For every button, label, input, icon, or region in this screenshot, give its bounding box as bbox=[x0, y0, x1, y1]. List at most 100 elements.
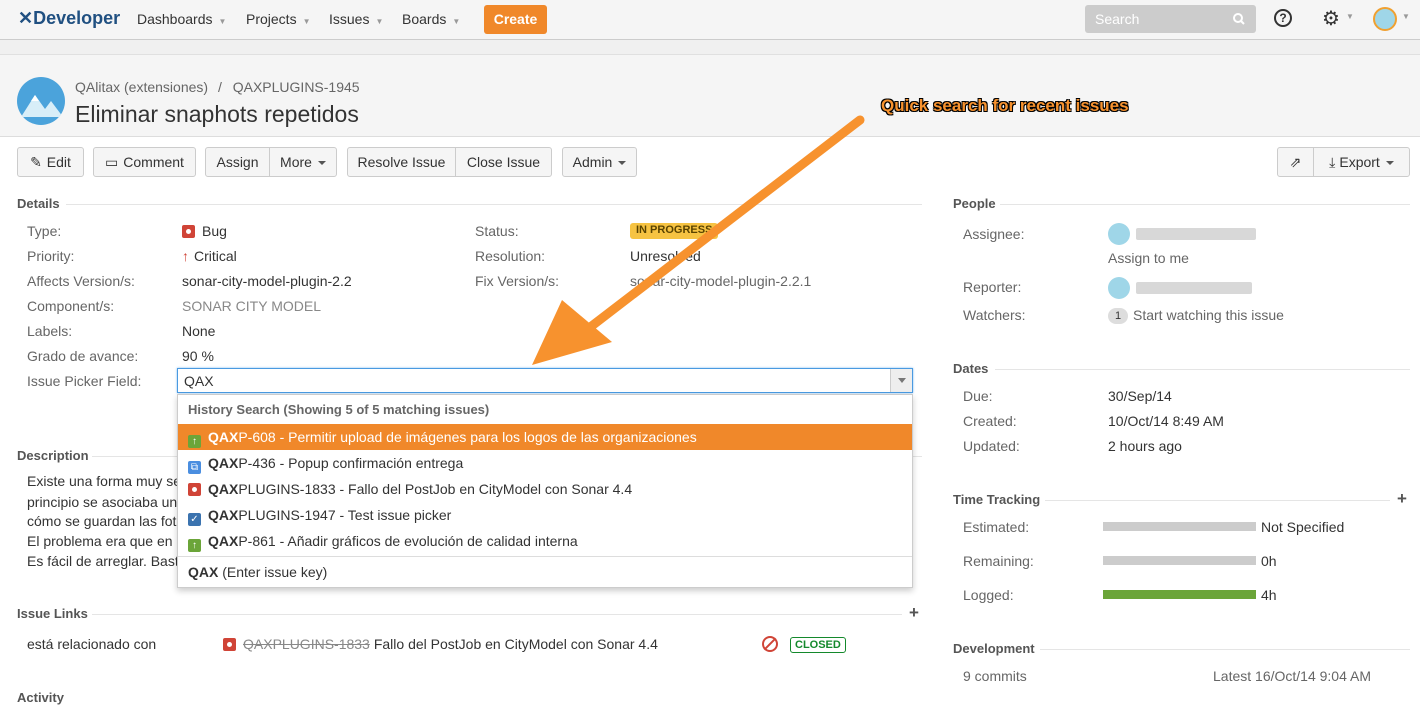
type-label: Type: bbox=[27, 223, 62, 239]
details-heading[interactable]: Details bbox=[17, 196, 60, 211]
bug-icon bbox=[188, 483, 201, 496]
divider bbox=[92, 614, 902, 615]
suggestion-item[interactable]: ↑ QAXP-861 - Añadir gráficos de evolución… bbox=[178, 528, 912, 554]
annotation-arrow bbox=[532, 115, 865, 365]
suggestion-item[interactable]: QAXPLUGINS-1833 - Fallo del PostJob en C… bbox=[178, 476, 912, 502]
estimated-bar bbox=[1103, 522, 1256, 531]
updated-value: 2 hours ago bbox=[1108, 438, 1182, 454]
dropdown-toggle[interactable] bbox=[890, 369, 912, 392]
comment-button[interactable]: ▭ Comment bbox=[93, 147, 196, 177]
description-line: Existe una forma muy se bbox=[27, 473, 182, 489]
search-icon bbox=[1233, 13, 1245, 25]
remaining-bar bbox=[1103, 556, 1256, 565]
pencil-icon: ✎ bbox=[30, 154, 42, 170]
resolve-issue-button[interactable]: Resolve Issue bbox=[347, 147, 456, 177]
logged-value: 4h bbox=[1261, 587, 1277, 603]
chevron-down-icon bbox=[898, 378, 906, 383]
add-link-icon[interactable]: + bbox=[909, 603, 919, 623]
divider bbox=[995, 369, 1410, 370]
development-heading[interactable]: Development bbox=[953, 641, 1035, 656]
remaining-value: 0h bbox=[1261, 553, 1277, 569]
improvement-icon: ↑ bbox=[188, 435, 201, 448]
assignee-avatar bbox=[1108, 223, 1130, 245]
labels-value[interactable]: None bbox=[182, 323, 215, 339]
latest-commit: Latest 16/Oct/14 9:04 AM bbox=[1213, 668, 1371, 684]
time-tracking-heading[interactable]: Time Tracking bbox=[953, 492, 1040, 507]
assign-to-me-link[interactable]: Assign to me bbox=[1108, 250, 1189, 266]
suggestion-item[interactable]: ↑ QAXP-608 - Permitir upload de imágenes … bbox=[178, 424, 912, 450]
nav-dashboards[interactable]: Dashboards ▼ bbox=[137, 11, 226, 27]
closed-status-badge: CLOSED bbox=[790, 637, 846, 653]
share-button[interactable]: ⇗ bbox=[1277, 147, 1314, 177]
description-heading[interactable]: Description bbox=[17, 448, 89, 463]
suggestion-item[interactable]: ✓ QAXPLUGINS-1947 - Test issue picker bbox=[178, 502, 912, 528]
divider bbox=[1000, 204, 1410, 205]
page-title[interactable]: Eliminar snaphots repetidos bbox=[75, 101, 359, 128]
edit-button[interactable]: ✎ Edit bbox=[17, 147, 84, 177]
updated-label: Updated: bbox=[963, 438, 1020, 454]
status-label: Status: bbox=[475, 223, 519, 239]
link-relation: está relacionado con bbox=[27, 636, 157, 652]
improvement-icon: ↑ bbox=[188, 539, 201, 552]
people-heading[interactable]: People bbox=[953, 196, 996, 211]
divider bbox=[1045, 500, 1390, 501]
chevron-down-icon bbox=[317, 161, 326, 166]
issue-picker-input[interactable]: QAX bbox=[177, 368, 913, 393]
component-value[interactable]: SONAR CITY MODEL bbox=[182, 298, 321, 314]
breadcrumb: QAlitax (extensiones) / QAXPLUGINS-1945 bbox=[75, 79, 360, 95]
assign-button[interactable]: Assign bbox=[205, 147, 270, 177]
nav-projects[interactable]: Projects ▼ bbox=[246, 11, 311, 27]
description-line: principio se asociaba un bbox=[27, 494, 178, 510]
user-avatar[interactable] bbox=[1373, 7, 1397, 31]
nav-issues[interactable]: Issues ▼ bbox=[329, 11, 383, 27]
enter-issue-key-option[interactable]: QAX (Enter issue key) bbox=[188, 564, 327, 580]
reporter-name-redacted[interactable] bbox=[1136, 282, 1252, 294]
start-watching-link[interactable]: Start watching this issue bbox=[1133, 307, 1284, 323]
gear-icon[interactable]: ⚙ bbox=[1322, 6, 1340, 31]
breadcrumb-project[interactable]: QAlitax (extensiones) bbox=[75, 79, 208, 95]
suggestion-item[interactable]: ⧉ QAXP-436 - Popup confirmación entrega bbox=[178, 450, 912, 476]
description-line: cómo se guardan las fot bbox=[27, 513, 177, 529]
nav-boards[interactable]: Boards ▼ bbox=[402, 11, 460, 27]
affects-version-value[interactable]: sonar-city-model-plugin-2.2 bbox=[182, 273, 352, 289]
atlassian-icon: ✕ bbox=[18, 8, 34, 28]
app-logo[interactable]: ✕Developer bbox=[18, 8, 120, 29]
assignee-label: Assignee: bbox=[963, 226, 1025, 242]
more-button[interactable]: More bbox=[269, 147, 337, 177]
export-button[interactable]: ⤓ Export bbox=[1313, 147, 1410, 177]
activity-heading[interactable]: Activity bbox=[17, 690, 64, 705]
announcement-strip bbox=[0, 40, 1420, 55]
issue-links-heading[interactable]: Issue Links bbox=[17, 606, 88, 621]
grado-value[interactable]: 90 % bbox=[182, 348, 214, 364]
linked-issue[interactable]: QAXPLUGINS-1833 Fallo del PostJob en City… bbox=[223, 636, 658, 652]
log-work-icon[interactable]: + bbox=[1397, 489, 1407, 509]
search-input[interactable]: Search bbox=[1085, 5, 1256, 33]
description-line: El problema era que en bbox=[27, 533, 173, 549]
created-label: Created: bbox=[963, 413, 1017, 429]
download-icon: ⤓ bbox=[1329, 154, 1336, 170]
task-icon: ✓ bbox=[188, 513, 201, 526]
created-value: 10/Oct/14 8:49 AM bbox=[1108, 413, 1224, 429]
divider bbox=[178, 556, 912, 557]
help-icon[interactable]: ? bbox=[1274, 9, 1292, 27]
chevron-down-icon: ▼ bbox=[452, 17, 461, 26]
priority-label: Priority: bbox=[27, 248, 75, 264]
due-label: Due: bbox=[963, 388, 993, 404]
chevron-down-icon: ▼ bbox=[302, 17, 311, 26]
breadcrumb-issue-key[interactable]: QAXPLUGINS-1945 bbox=[233, 79, 360, 95]
due-value: 30/Sep/14 bbox=[1108, 388, 1172, 404]
mountain-icon bbox=[21, 95, 63, 117]
chevron-down-icon bbox=[1385, 161, 1394, 166]
labels-label: Labels: bbox=[27, 323, 73, 339]
dropdown-header: History Search (Showing 5 of 5 matching … bbox=[188, 402, 490, 417]
commits-link[interactable]: 9 commits bbox=[963, 668, 1027, 684]
watchers-count-badge: 1 bbox=[1108, 308, 1128, 324]
bug-icon bbox=[182, 225, 195, 238]
chevron-down-icon: ▼ bbox=[218, 17, 227, 26]
assignee-name-redacted[interactable] bbox=[1136, 228, 1256, 240]
dates-heading[interactable]: Dates bbox=[953, 361, 988, 376]
create-button[interactable]: Create bbox=[484, 5, 547, 34]
annotation-text: Quick search for recent issues bbox=[881, 96, 1129, 115]
comment-icon: ▭ bbox=[105, 154, 119, 170]
chevron-down-icon: ▼ bbox=[1346, 12, 1354, 21]
